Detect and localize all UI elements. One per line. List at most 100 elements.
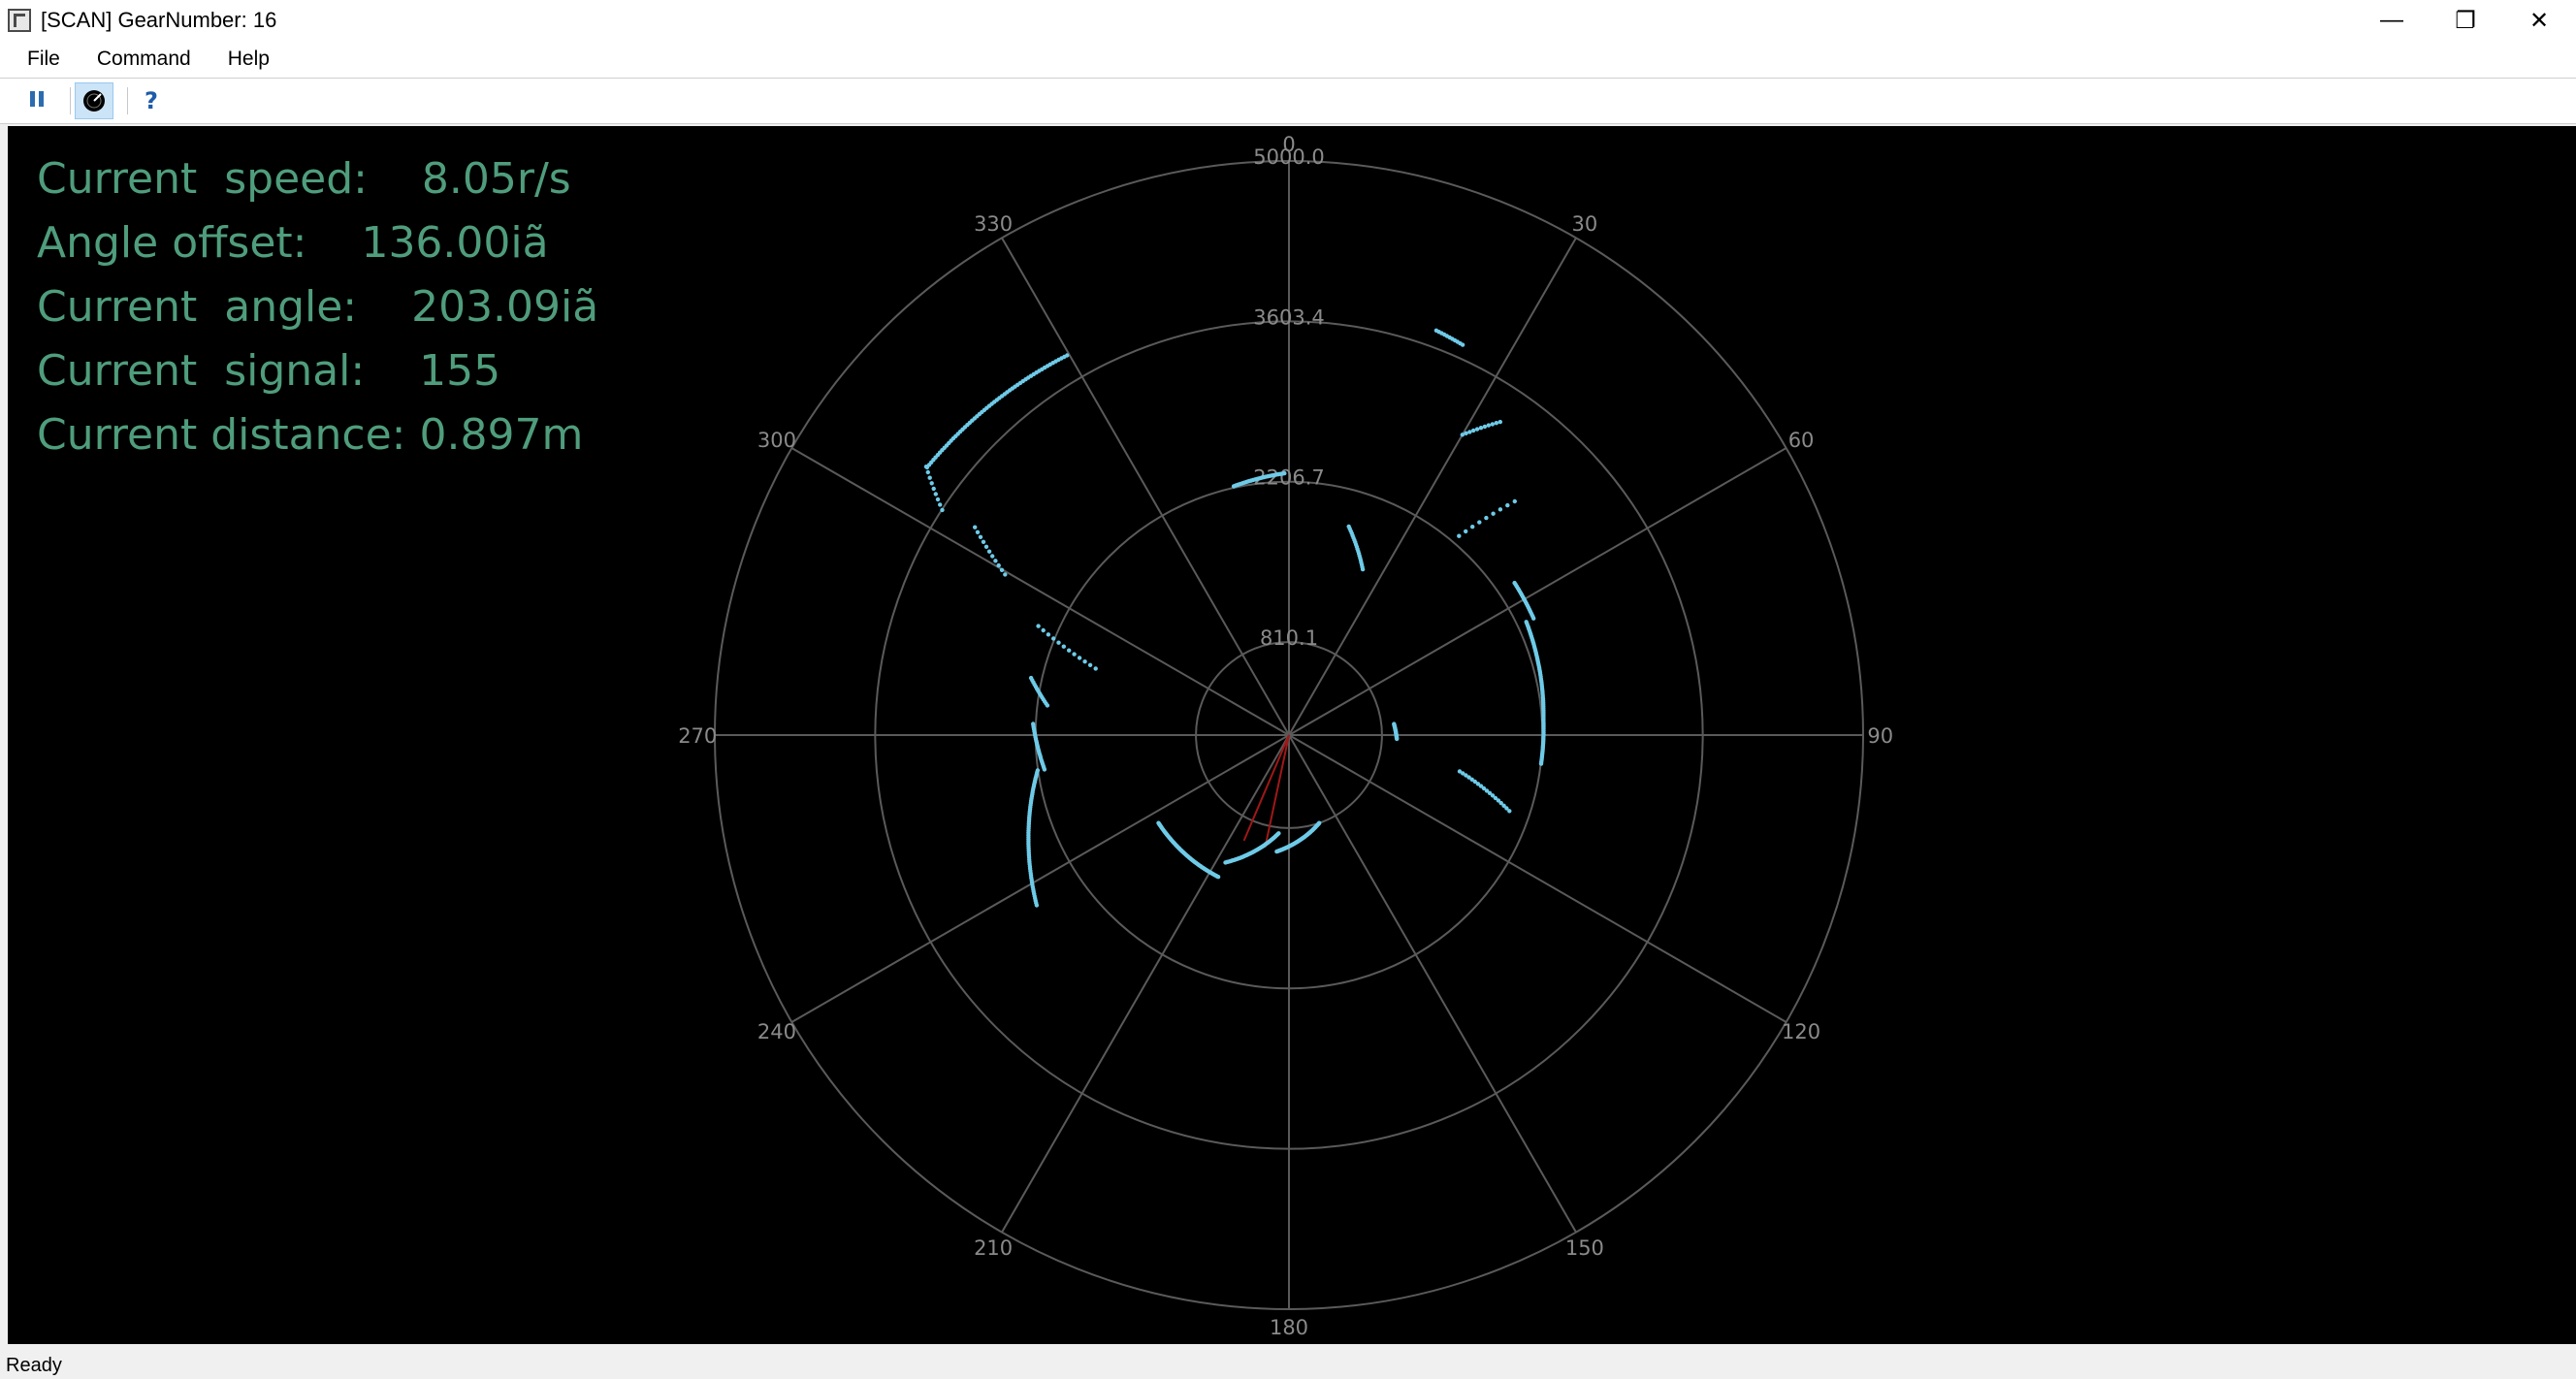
angle-label: 300 bbox=[757, 429, 796, 452]
scan-point bbox=[923, 465, 929, 469]
scan-point bbox=[986, 549, 992, 554]
scan-point bbox=[1484, 515, 1489, 521]
scan-point bbox=[1507, 809, 1512, 814]
help-icon: ? bbox=[145, 87, 158, 114]
scan-point bbox=[1531, 616, 1536, 621]
scan-point bbox=[1031, 722, 1036, 726]
scan-point bbox=[933, 492, 938, 497]
scan-point bbox=[1223, 860, 1228, 865]
angle-label: 120 bbox=[1782, 1020, 1820, 1043]
angle-spoke bbox=[790, 734, 1290, 1023]
scan-point bbox=[1470, 525, 1475, 529]
scan-point bbox=[1474, 427, 1480, 432]
angle-label: 270 bbox=[678, 724, 717, 748]
scan-point bbox=[981, 539, 986, 544]
minimize-button[interactable]: — bbox=[2355, 0, 2429, 41]
scan-point bbox=[1486, 423, 1492, 428]
scan-point bbox=[1512, 498, 1518, 504]
help-button[interactable]: ? bbox=[132, 82, 171, 119]
scan-point bbox=[1087, 662, 1093, 667]
scan-point bbox=[990, 554, 995, 559]
scan-point bbox=[996, 562, 1001, 568]
scan-point bbox=[1003, 572, 1008, 577]
scan-point bbox=[1051, 636, 1056, 641]
scan-point bbox=[1061, 644, 1067, 649]
scan-point bbox=[1082, 659, 1087, 664]
scan-point bbox=[1482, 424, 1488, 430]
scan-point bbox=[1460, 433, 1465, 437]
angle-spoke bbox=[1288, 447, 1787, 736]
angle-label: 180 bbox=[1270, 1316, 1308, 1339]
status-text: Ready bbox=[6, 1355, 62, 1376]
scan-point bbox=[1477, 520, 1482, 525]
scan-view-button[interactable] bbox=[75, 82, 113, 119]
scan-point bbox=[940, 507, 945, 513]
status-bar: Ready bbox=[0, 1344, 2576, 1379]
info-panel: Current speed: 8.05r/s Angle offset: 136… bbox=[37, 147, 598, 467]
title-bar: [SCAN] GearNumber: 16 — ❐ ✕ bbox=[0, 0, 2576, 41]
scan-point bbox=[1490, 422, 1496, 427]
scan-point bbox=[1457, 533, 1462, 538]
window-controls: — ❐ ✕ bbox=[2355, 0, 2576, 41]
scan-point bbox=[925, 469, 930, 475]
toolbar-separator bbox=[127, 87, 128, 114]
menu-file[interactable]: File bbox=[21, 44, 66, 75]
angle-label: 60 bbox=[1788, 429, 1815, 452]
scan-point bbox=[1464, 529, 1468, 534]
window-title: [SCAN] GearNumber: 16 bbox=[41, 8, 277, 32]
pause-button[interactable] bbox=[17, 82, 56, 119]
angle-spoke bbox=[1288, 734, 1577, 1234]
radar-scan-icon bbox=[83, 90, 105, 112]
scan-point bbox=[999, 567, 1005, 572]
angle-spoke bbox=[1288, 734, 1787, 1023]
scan-point bbox=[1538, 761, 1544, 766]
range-label: 3603.4 bbox=[1253, 305, 1324, 329]
angle-spoke bbox=[1001, 237, 1290, 736]
scan-point bbox=[1028, 675, 1034, 681]
scan-point bbox=[1460, 342, 1465, 347]
scan-point bbox=[938, 502, 943, 507]
scan-point bbox=[1471, 428, 1476, 433]
range-label: 810.1 bbox=[1260, 626, 1318, 650]
scan-point bbox=[1065, 353, 1070, 358]
scan-point bbox=[1036, 624, 1041, 628]
toolbar: ? bbox=[0, 78, 2576, 124]
scan-point bbox=[1395, 736, 1400, 742]
scan-point bbox=[1464, 431, 1468, 435]
restore-button[interactable]: ❐ bbox=[2429, 0, 2502, 41]
angle-spoke bbox=[1288, 237, 1577, 736]
scan-point bbox=[993, 559, 998, 563]
close-button[interactable]: ✕ bbox=[2502, 0, 2576, 41]
scan-point bbox=[1467, 430, 1472, 434]
angle-label: 150 bbox=[1565, 1236, 1604, 1260]
scan-point bbox=[929, 481, 934, 486]
scan-point bbox=[1056, 640, 1061, 645]
angle-label: 30 bbox=[1572, 212, 1598, 236]
scan-point bbox=[1035, 768, 1041, 773]
angle-offset-readout: Angle offset: 136.00iã bbox=[37, 218, 549, 268]
scan-point bbox=[1505, 502, 1510, 508]
angle-label: 210 bbox=[974, 1236, 1013, 1260]
current-angle-readout: Current angle: 203.09iã bbox=[37, 282, 599, 332]
pause-icon bbox=[28, 90, 46, 112]
scan-point bbox=[1156, 820, 1161, 825]
menu-bar: File Command Help bbox=[0, 41, 2576, 78]
scan-point bbox=[935, 497, 941, 502]
current-signal-readout: Current signal: 155 bbox=[37, 346, 501, 396]
scan-view[interactable]: 0 30 60 90 120 150 180 210 240 270 300 330 810.1 2206… bbox=[8, 126, 2576, 1344]
current-speed-readout: Current speed: 8.05r/s bbox=[37, 154, 571, 204]
scan-point bbox=[1494, 421, 1499, 426]
menu-command[interactable]: Command bbox=[91, 44, 197, 75]
scan-point bbox=[1497, 419, 1503, 425]
scan-point bbox=[1041, 627, 1046, 633]
current-distance-readout: Current distance: 0.897m bbox=[37, 410, 584, 460]
scan-point bbox=[1282, 470, 1287, 476]
range-label: 5000.0 bbox=[1253, 145, 1324, 169]
scan-point bbox=[1491, 511, 1496, 516]
angle-label: 330 bbox=[974, 212, 1013, 236]
menu-help[interactable]: Help bbox=[222, 44, 275, 75]
angle-label: 90 bbox=[1867, 724, 1893, 748]
scan-point bbox=[1360, 566, 1366, 572]
app-icon bbox=[8, 9, 31, 32]
toolbar-separator bbox=[70, 87, 71, 114]
